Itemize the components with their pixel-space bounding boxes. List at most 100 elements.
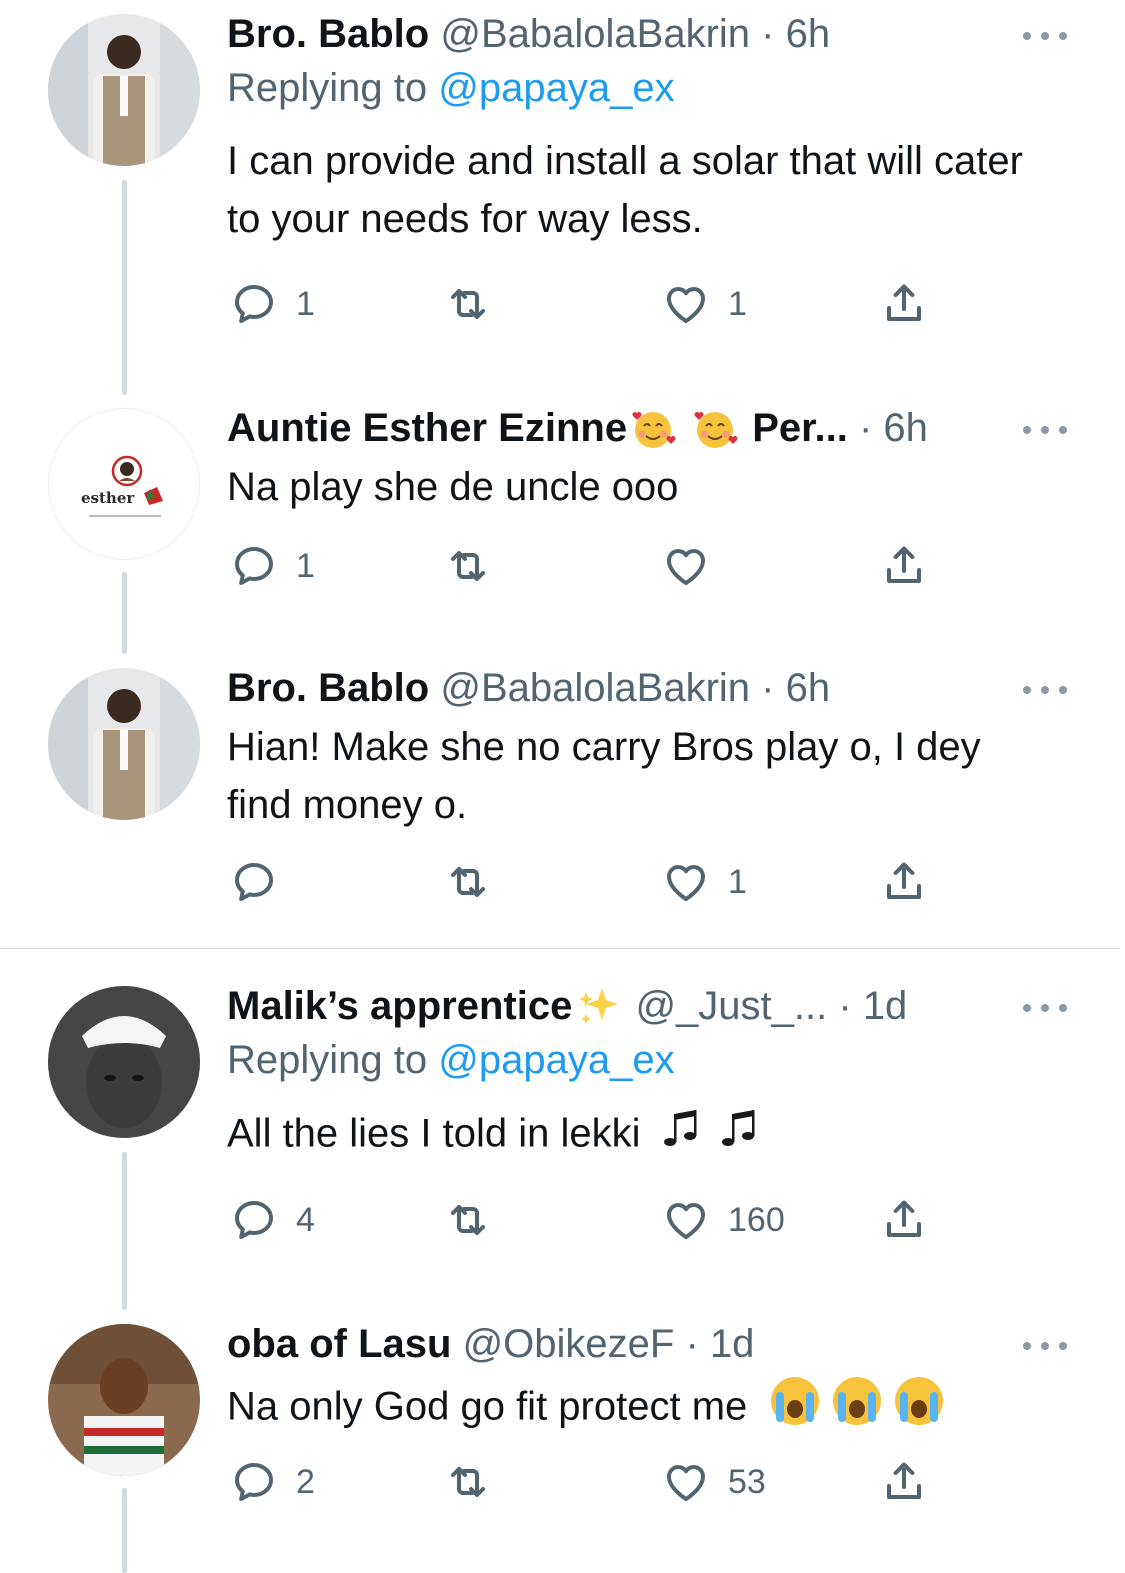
username[interactable]: @BabalolaBakrin — [440, 666, 750, 710]
reply-icon — [230, 280, 278, 328]
avatar-logo-icon — [49, 409, 199, 559]
avatar-photo-icon — [48, 1324, 200, 1476]
username[interactable]: @_Just_... — [635, 984, 827, 1028]
avatar[interactable] — [48, 986, 200, 1138]
reply-button[interactable]: 2 — [230, 1456, 315, 1508]
tweet-header: Malik’s apprentice @_Just_... · 1d — [227, 984, 1105, 1028]
share-button[interactable] — [880, 1456, 928, 1508]
tweet[interactable]: Bro. Bablo @BabalolaBakrin · 6h Replying… — [0, 0, 1125, 400]
reply-count: 4 — [296, 1200, 315, 1239]
share-button[interactable] — [880, 856, 928, 908]
like-count: 160 — [728, 1200, 785, 1239]
share-button[interactable] — [880, 540, 928, 592]
avatar[interactable]: esther — [48, 408, 200, 560]
share-icon — [880, 1458, 928, 1506]
like-count: 1 — [728, 862, 747, 901]
tweet-text-content: All the lies I told in lekki — [227, 1111, 641, 1156]
share-button[interactable] — [880, 1194, 928, 1246]
share-button[interactable] — [880, 278, 928, 330]
tweet[interactable]: Malik’s apprentice @_Just_... · 1d Reply… — [0, 950, 1125, 1310]
reply-icon — [230, 1458, 278, 1506]
tweet-header: Auntie Esther Ezinne Per... · 6h — [227, 406, 1105, 450]
avatar[interactable] — [48, 668, 200, 820]
tweet-text: All the lies I told in lekki — [227, 1104, 1105, 1168]
tweet[interactable]: esther Auntie Esther Ezinne Per... · 6h … — [0, 400, 1125, 660]
replying-label: Replying to — [227, 1038, 428, 1082]
username[interactable]: @ObikezeF — [463, 1322, 675, 1366]
mention-link[interactable]: @papaya_ex — [438, 66, 674, 110]
heart-icon — [662, 858, 710, 906]
reply-icon — [230, 858, 278, 906]
reply-button[interactable]: 1 — [230, 278, 315, 330]
heart-icon — [662, 280, 710, 328]
reply-button[interactable] — [230, 856, 278, 908]
like-button[interactable] — [662, 540, 710, 592]
like-button[interactable]: 53 — [662, 1456, 766, 1508]
display-name[interactable]: Bro. Bablo — [227, 666, 429, 710]
more-options-icon[interactable] — [1023, 424, 1067, 436]
timestamp[interactable]: 6h — [786, 666, 831, 710]
retweet-icon — [444, 858, 492, 906]
timestamp[interactable]: 6h — [883, 406, 928, 450]
action-bar: 2 53 — [0, 1456, 1125, 1508]
action-bar: 1 — [0, 540, 1125, 592]
tweet[interactable]: Bro. Bablo @BabalolaBakrin · 6h Hian! Ma… — [0, 660, 1125, 948]
reply-count: 1 — [296, 546, 315, 585]
tweet-header: oba of Lasu @ObikezeF · 1d — [227, 1322, 1105, 1366]
separator-dot: · — [761, 666, 775, 710]
like-count: 1 — [728, 284, 747, 323]
display-name[interactable]: oba of Lasu — [227, 1322, 451, 1366]
tweet[interactable]: oba of Lasu @ObikezeF · 1d Na only God g… — [0, 1310, 1125, 1573]
conversation-divider — [0, 948, 1120, 949]
avatar-photo-icon — [48, 986, 200, 1138]
timestamp[interactable]: 1d — [710, 1322, 755, 1366]
avatar[interactable] — [48, 1324, 200, 1476]
more-options-icon[interactable] — [1023, 1340, 1067, 1352]
more-options-icon[interactable] — [1023, 30, 1067, 42]
display-name[interactable]: Bro. Bablo — [227, 12, 429, 56]
retweet-button[interactable] — [444, 278, 492, 330]
mention-link[interactable]: @papaya_ex — [438, 1038, 674, 1082]
more-options-icon[interactable] — [1023, 684, 1067, 696]
separator-dot: · — [838, 984, 852, 1028]
separator-dot: · — [858, 406, 873, 450]
share-icon — [880, 858, 928, 906]
sparkles-emoji-icon — [572, 984, 624, 1028]
crying-face-emoji-icon — [768, 1374, 948, 1444]
tweet-header: Bro. Bablo @BabalolaBakrin · 6h — [227, 12, 1105, 56]
timestamp[interactable]: 6h — [786, 12, 831, 56]
share-icon — [880, 1196, 928, 1244]
like-button[interactable]: 160 — [662, 1194, 785, 1246]
display-name[interactable]: Malik’s apprentice — [227, 984, 572, 1028]
like-count: 53 — [728, 1462, 766, 1501]
retweet-button[interactable] — [444, 1456, 492, 1508]
reply-button[interactable]: 4 — [230, 1194, 315, 1246]
retweet-button[interactable] — [444, 1194, 492, 1246]
avatar[interactable] — [48, 14, 200, 166]
smiling-hearts-emoji-icon — [689, 406, 741, 450]
musical-notes-emoji-icon — [660, 1104, 780, 1168]
separator-dot: · — [685, 1322, 699, 1366]
action-bar: 1 1 — [0, 278, 1125, 330]
reply-button[interactable]: 1 — [230, 540, 315, 592]
share-icon — [880, 542, 928, 590]
action-bar: 4 160 — [0, 1194, 1125, 1246]
replying-label: Replying to — [227, 66, 428, 110]
share-icon — [880, 280, 928, 328]
retweet-button[interactable] — [444, 540, 492, 592]
display-name-truncated[interactable]: Per... — [752, 406, 848, 450]
like-button[interactable]: 1 — [662, 856, 747, 908]
reply-icon — [230, 1196, 278, 1244]
retweet-button[interactable] — [444, 856, 492, 908]
tweet-text: Na only God go fit protect me — [227, 1374, 1105, 1444]
more-options-icon[interactable] — [1023, 1002, 1067, 1014]
tweet-header: Bro. Bablo @BabalolaBakrin · 6h — [227, 666, 1105, 710]
like-button[interactable]: 1 — [662, 278, 747, 330]
timestamp[interactable]: 1d — [863, 984, 908, 1028]
smiling-hearts-emoji-icon — [627, 406, 679, 450]
retweet-icon — [444, 280, 492, 328]
display-name[interactable]: Auntie Esther Ezinne — [227, 406, 627, 450]
username[interactable]: @BabalolaBakrin — [440, 12, 750, 56]
avatar-photo-icon — [48, 14, 200, 166]
separator-dot: · — [761, 12, 775, 56]
